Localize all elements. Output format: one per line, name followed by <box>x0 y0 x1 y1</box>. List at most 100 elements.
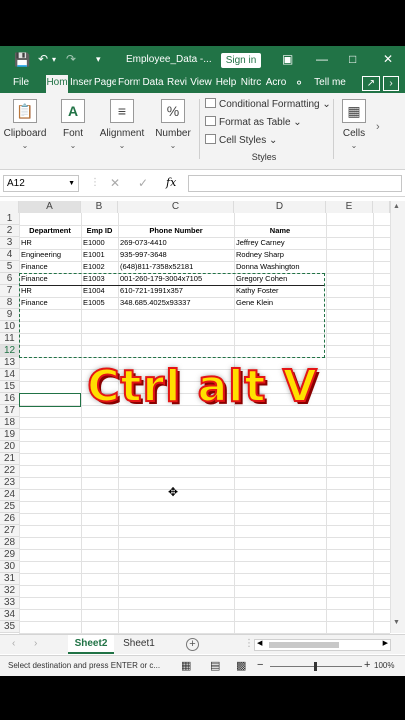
next-sheet-icon[interactable]: › <box>34 638 37 649</box>
ribbon-more-icon[interactable]: › <box>376 121 380 133</box>
row-header[interactable]: 26 <box>0 513 19 525</box>
row-header[interactable]: 8 <box>0 297 19 309</box>
table-cell[interactable]: 269-073-4410 <box>120 238 232 248</box>
row-header[interactable]: 18 <box>0 417 19 429</box>
row-header[interactable]: 7 <box>0 285 19 297</box>
table-cell[interactable]: E1000 <box>83 238 116 248</box>
select-all-corner[interactable] <box>0 201 19 213</box>
row-header[interactable]: 33 <box>0 597 19 609</box>
enter-icon[interactable]: ✓ <box>138 176 148 190</box>
row-header[interactable]: 21 <box>0 453 19 465</box>
column-header-e[interactable]: E <box>326 201 373 213</box>
tab-acrobat[interactable]: Acro <box>264 73 288 93</box>
row-header[interactable]: 27 <box>0 525 19 537</box>
row-header[interactable]: 23 <box>0 477 19 489</box>
zoom-in-icon[interactable]: + <box>364 659 370 671</box>
table-cell[interactable]: Jeffrey Carney <box>236 238 324 248</box>
row-header[interactable]: 1 <box>0 213 19 225</box>
tab-page-layout[interactable]: Page <box>94 73 116 93</box>
table-header-cell[interactable]: Name <box>236 226 324 236</box>
tab-insert[interactable]: Inser <box>70 73 92 93</box>
row-header[interactable]: 32 <box>0 585 19 597</box>
maximize-icon[interactable]: □ <box>349 46 356 73</box>
insert-function-icon[interactable]: fx <box>166 176 176 189</box>
sheet-tab-sheet1[interactable]: Sheet1 <box>116 635 162 654</box>
tell-me-search[interactable]: Tell me <box>310 73 350 93</box>
row-header[interactable]: 22 <box>0 465 19 477</box>
zoom-slider-thumb[interactable] <box>314 662 317 671</box>
row-header[interactable]: 34 <box>0 609 19 621</box>
table-cell[interactable]: HR <box>21 238 79 248</box>
row-header[interactable]: 11 <box>0 333 19 345</box>
name-box[interactable]: A12 ▼ <box>3 175 79 192</box>
column-header-b[interactable]: B <box>81 201 118 213</box>
formula-input[interactable] <box>188 175 402 192</box>
minimize-icon[interactable]: — <box>316 46 328 73</box>
column-header-f[interactable] <box>373 201 390 213</box>
scroll-right-icon[interactable]: ▶ <box>383 639 388 647</box>
table-cell[interactable]: Engineering <box>21 250 79 260</box>
row-header[interactable]: 19 <box>0 429 19 441</box>
table-cell[interactable]: E1002 <box>83 262 116 272</box>
zoom-level[interactable]: 100% <box>374 661 394 670</box>
tab-help[interactable]: Help <box>214 73 238 93</box>
ribbon-scroll-right-icon[interactable]: › <box>383 76 399 91</box>
table-cell[interactable]: E1001 <box>83 250 116 260</box>
prev-sheet-icon[interactable]: ‹ <box>12 638 15 649</box>
scroll-left-icon[interactable]: ◀ <box>257 639 262 647</box>
ribbon-display-icon[interactable]: ▣ <box>282 46 293 73</box>
tab-view[interactable]: View <box>190 73 212 93</box>
tab-data[interactable]: Data <box>142 73 164 93</box>
font-group[interactable]: A Font ⌄ <box>52 93 94 170</box>
column-header-d[interactable]: D <box>234 201 326 213</box>
horizontal-scrollbar[interactable]: ◀ ▶ <box>254 639 391 651</box>
zoom-slider[interactable] <box>270 662 362 671</box>
clipboard-group[interactable]: 📋 Clipboard ⌄ <box>0 93 50 170</box>
zoom-out-icon[interactable]: − <box>257 659 263 671</box>
vertical-scrollbar[interactable]: ▲ ▼ <box>390 201 405 633</box>
row-header[interactable]: 2 <box>0 225 19 237</box>
conditional-formatting-button[interactable]: Conditional Formatting ⌄ <box>205 97 331 113</box>
column-header-c[interactable]: C <box>118 201 234 213</box>
row-header[interactable]: 3 <box>0 237 19 249</box>
normal-view-icon[interactable]: ▦ <box>181 659 191 672</box>
row-header[interactable]: 24 <box>0 489 19 501</box>
row-header[interactable]: 20 <box>0 441 19 453</box>
customize-toolbar-icon[interactable]: ▾ <box>96 46 101 73</box>
row-header[interactable]: 29 <box>0 549 19 561</box>
share-icon[interactable]: ↗ <box>362 76 380 91</box>
worksheet-grid[interactable]: A B C D E ▲ ▼ 1 2 3 4 5 6 7 8 9 10 11 12 13 14 15 16 17 1… <box>0 201 405 634</box>
alignment-group[interactable]: ≡ Alignment ⌄ <box>96 93 148 170</box>
row-header[interactable]: 35 <box>0 621 19 633</box>
tab-file[interactable]: File <box>6 73 36 93</box>
table-cell[interactable]: (648)811-7358x52181 <box>120 262 232 272</box>
table-cell[interactable]: 935-997-3648 <box>120 250 232 260</box>
table-header-cell[interactable]: Emp ID <box>83 226 116 236</box>
close-icon[interactable]: ✕ <box>383 46 393 73</box>
page-break-view-icon[interactable]: ▩ <box>236 659 246 672</box>
row-header[interactable]: 31 <box>0 573 19 585</box>
column-header-a[interactable]: A <box>19 201 81 213</box>
row-header[interactable]: 6 <box>0 273 19 285</box>
redo-icon[interactable]: ↷ <box>66 46 76 73</box>
sign-in-button[interactable]: Sign in <box>221 53 261 68</box>
number-group[interactable]: % Number ⌄ <box>150 93 196 170</box>
row-header[interactable]: 12 <box>0 345 19 357</box>
scroll-up-icon[interactable]: ▲ <box>393 203 400 210</box>
table-cell[interactable]: Finance <box>21 262 79 272</box>
row-header[interactable]: 30 <box>0 561 19 573</box>
tab-formulas[interactable]: Form <box>118 73 140 93</box>
namebox-dropdown-icon[interactable]: ▼ <box>68 176 75 191</box>
sheet-tab-sheet2[interactable]: Sheet2 <box>68 635 114 654</box>
tab-home[interactable]: Hom <box>46 75 68 93</box>
cells-group[interactable]: ▦ Cells ⌄ <box>336 93 372 170</box>
table-cell[interactable]: Donna Washington <box>236 262 324 272</box>
add-sheet-icon[interactable]: + <box>186 638 199 651</box>
undo-dropdown-icon[interactable]: ▾ <box>52 46 56 73</box>
row-header[interactable]: 4 <box>0 249 19 261</box>
row-header[interactable]: 28 <box>0 537 19 549</box>
tab-nitro[interactable]: Nitrc <box>240 73 262 93</box>
cancel-icon[interactable]: ✕ <box>110 176 120 190</box>
row-header[interactable]: 10 <box>0 321 19 333</box>
row-header[interactable]: 9 <box>0 309 19 321</box>
